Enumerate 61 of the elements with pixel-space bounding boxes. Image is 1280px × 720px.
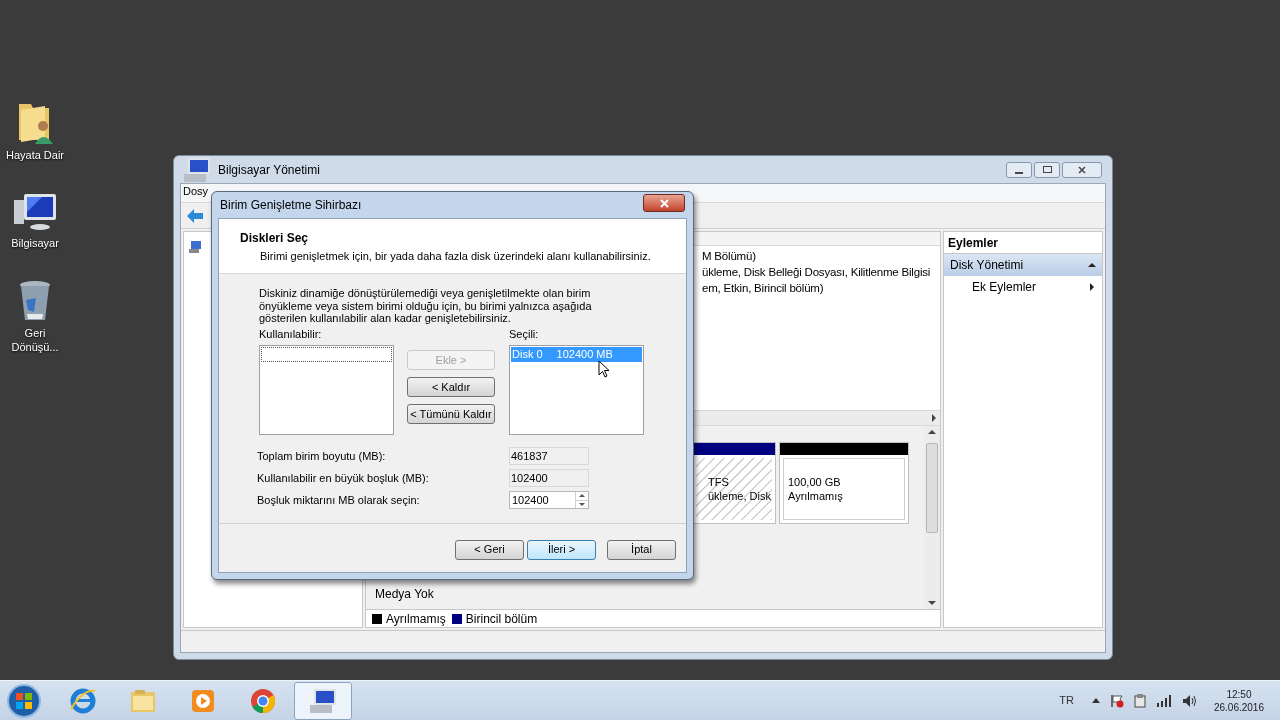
wizard-button[interactable]: < Geri xyxy=(455,539,524,560)
description-text: Diskiniz dinamiğe dönüştürülemediği veya genişletilmekte olan birim önyükleme veya sistem birimi olduğu için, bu birimi yalnızca aşağıda gösterilen kullanılabilir alan kadar genişletebilirsiniz. xyxy=(259,287,593,325)
field-label: Boşluk miktarını MB olarak seçin: xyxy=(257,492,421,508)
window-title: Bilgisayar Yönetimi xyxy=(218,161,320,179)
computer-icon xyxy=(12,192,58,232)
chrome-icon[interactable] xyxy=(249,686,277,715)
page-heading: Diskleri Seç xyxy=(240,230,310,247)
vertical-scrollbar[interactable] xyxy=(924,426,940,609)
available-list[interactable] xyxy=(259,345,394,435)
list-label: Kullanılabilir: xyxy=(259,326,323,342)
close-icon xyxy=(1078,165,1086,174)
list-label: Seçili: xyxy=(509,326,540,342)
browser-e-icon[interactable] xyxy=(69,686,97,715)
show-hidden-icons-icon[interactable] xyxy=(1091,698,1100,703)
close-button[interactable] xyxy=(643,194,685,212)
partition-label: 100,00 GB xyxy=(788,475,842,489)
flag-icon[interactable] xyxy=(1109,693,1124,708)
volume-icon[interactable] xyxy=(1181,693,1198,708)
clock[interactable]: 12:50 26.06.2016 xyxy=(1213,687,1264,714)
desktop-icon-label[interactable]: Bilgisayar xyxy=(2,236,68,250)
page-subheading: Birimi genişletmek için, bir yada daha fazla disk üzerindeki alanı kullanabilirsiniz. xyxy=(259,249,652,264)
computer-icon xyxy=(188,240,202,254)
signal-icon[interactable] xyxy=(1155,694,1172,707)
computer-management-icon[interactable] xyxy=(308,686,338,715)
move-button[interactable]: < Tümünü Kaldır xyxy=(407,404,495,424)
wizard-button[interactable]: İleri > xyxy=(527,539,596,560)
partition-label: TFS xyxy=(708,475,730,489)
taskbar-button[interactable] xyxy=(294,681,352,720)
actions-item[interactable]: Ek Eylemler xyxy=(944,276,1102,298)
readonly-field: 102400 xyxy=(509,469,589,487)
actions-section[interactable]: Disk Yönetimi xyxy=(944,254,1102,276)
minimize-button[interactable] xyxy=(1006,161,1032,178)
volume-list-row[interactable]: M Bölümü) xyxy=(702,248,940,264)
volume-list-row[interactable]: em, Etkin, Birincil bölüm) xyxy=(702,280,940,296)
field-label: Kullanılabilir en büyük boşluk (MB): xyxy=(257,470,430,486)
desktop-icon-label[interactable]: Hayata Dair xyxy=(2,148,68,162)
readonly-field: 461837 xyxy=(509,447,589,465)
field-label: Toplam birim boyutu (MB): xyxy=(257,448,387,464)
desktop-icon-label[interactable]: Geri Dönüşü... xyxy=(2,326,68,354)
wizard-button[interactable]: İptal xyxy=(607,539,676,560)
mouse-pointer-icon xyxy=(598,360,610,378)
play-icon[interactable] xyxy=(190,687,216,714)
back-arrow-icon[interactable] xyxy=(187,208,203,223)
partition-block[interactable]: TFS ükleme, Disk xyxy=(692,442,776,524)
menu-item[interactable]: Dosy xyxy=(183,185,209,198)
legend-label: Ayrılmamış xyxy=(386,610,446,627)
partition-block[interactable]: 100,00 GB Ayrılmamış xyxy=(779,442,909,524)
dialog-title: Birim Genişletme Sihirbazı xyxy=(220,197,362,214)
partition-label: ükleme, Disk xyxy=(708,489,772,503)
spin-field[interactable]: 102400 xyxy=(509,491,589,509)
disk-label: Medya Yok xyxy=(375,587,434,601)
start-button[interactable] xyxy=(6,682,42,719)
partition-label: Ayrılmamış xyxy=(788,489,844,503)
maximize-button[interactable] xyxy=(1034,161,1060,178)
close-icon xyxy=(659,198,669,208)
language-indicator[interactable]: TR xyxy=(1059,692,1074,709)
move-button[interactable]: < Kaldır xyxy=(407,377,495,397)
recycle-bin-icon xyxy=(18,280,52,322)
volume-list-row[interactable]: ükleme, Disk Belleği Dosyası, Kilitlenme Bilgisi xyxy=(702,264,940,280)
computer-management-icon[interactable] xyxy=(182,155,212,184)
legend-label: Birincil bölüm xyxy=(465,610,538,627)
